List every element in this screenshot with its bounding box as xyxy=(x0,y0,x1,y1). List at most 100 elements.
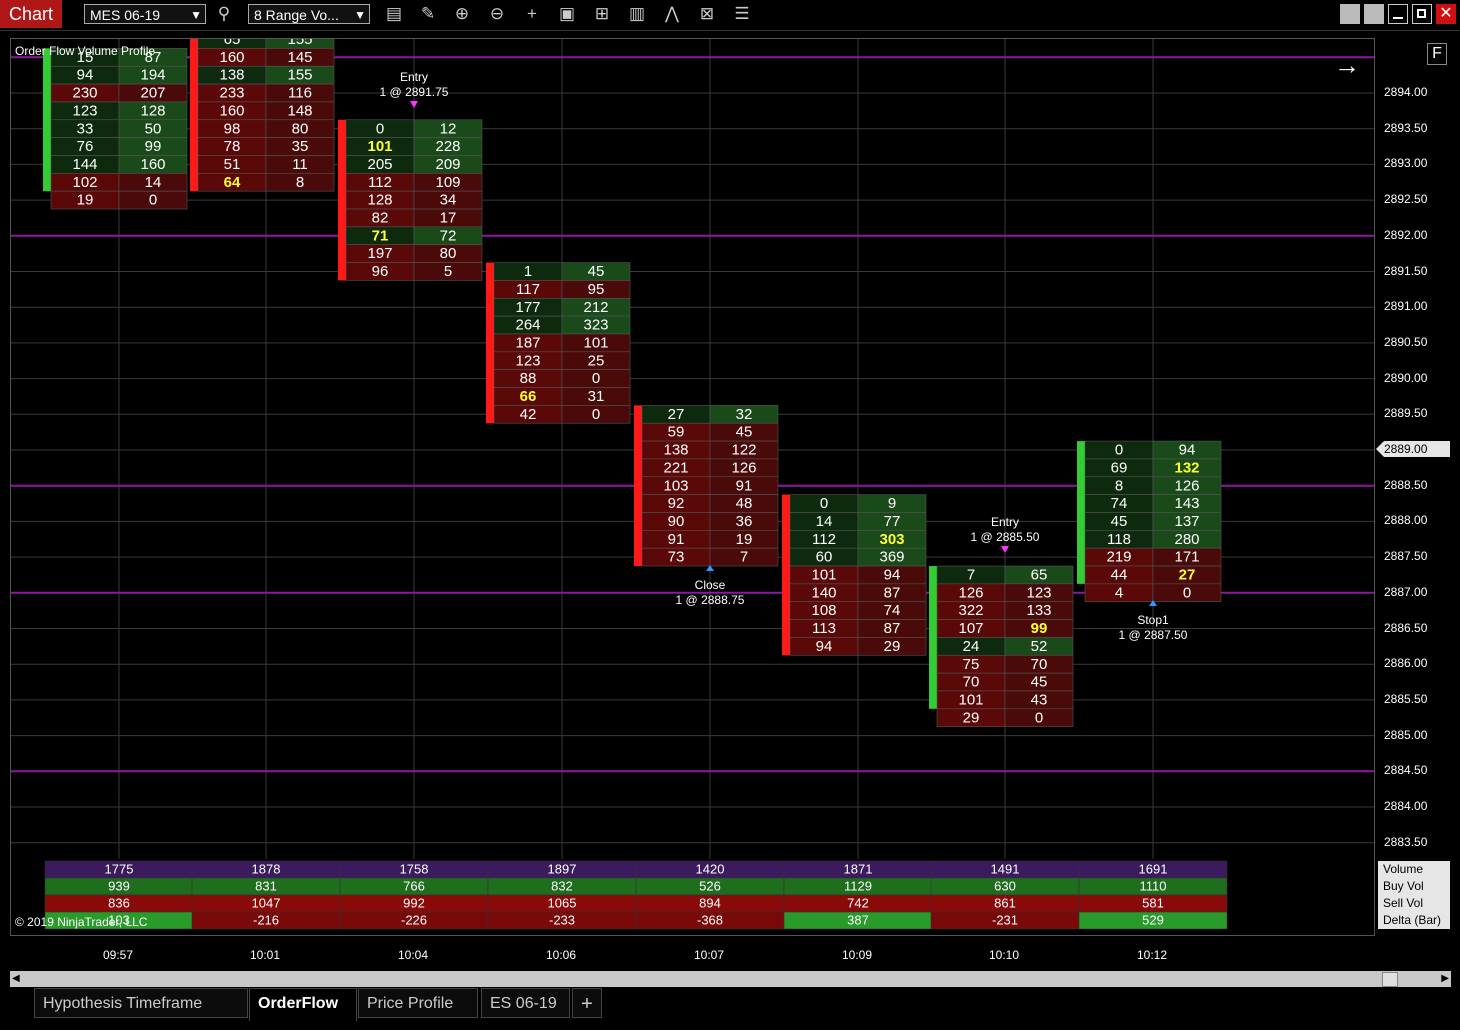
bid-volume: 197 xyxy=(367,245,392,262)
price-tick-label: 2893.00 xyxy=(1384,156,1428,171)
list-icon[interactable]: ☰ xyxy=(730,3,754,25)
current-price-marker: 2889.00 xyxy=(1376,441,1450,457)
bid-volume: 0 xyxy=(1115,442,1123,459)
bid-volume: 64 xyxy=(224,174,241,191)
time-tick-label: 09:57 xyxy=(102,948,134,962)
price-tick-label: 2889.50 xyxy=(1384,406,1428,421)
tab-price-profile[interactable]: Price Profile xyxy=(358,988,478,1018)
price-tick-label: 2888.50 xyxy=(1384,477,1428,492)
indicators-icon[interactable]: ⋀ xyxy=(660,3,684,25)
ask-volume: 95 xyxy=(588,281,605,298)
time-tick-label: 10:09 xyxy=(841,948,873,962)
zoom-in-icon[interactable]: ⊕ xyxy=(450,3,474,25)
time-tick-label: 10:10 xyxy=(988,948,1020,962)
bid-volume: 0 xyxy=(820,495,828,512)
search-icon[interactable]: ⚲ xyxy=(212,3,236,25)
draw-icon[interactable]: ✎ xyxy=(416,3,440,25)
tab-orderflow[interactable]: OrderFlow xyxy=(249,988,357,1021)
bid-volume: 233 xyxy=(219,85,244,102)
bid-volume: 108 xyxy=(811,602,836,619)
close-button[interactable]: ✕ xyxy=(1436,4,1456,24)
window-color-button[interactable] xyxy=(1340,4,1360,24)
bid-volume: 138 xyxy=(219,67,244,84)
ask-volume: 80 xyxy=(440,245,457,262)
strategies-icon[interactable]: ▥ xyxy=(625,3,649,25)
scroll-left-icon[interactable]: ◀ xyxy=(12,973,20,984)
chart-tabs: Hypothesis Timeframe OrderFlow Price Pro… xyxy=(0,988,1460,1022)
ask-volume: 87 xyxy=(884,620,901,637)
bid-volume: 0 xyxy=(376,120,384,137)
price-tick-label: 2891.50 xyxy=(1384,263,1428,278)
properties-icon[interactable]: ▣ xyxy=(555,3,579,25)
ask-volume: 65 xyxy=(1031,567,1048,584)
copyright-text: © 2019 NinjaTrader, LLC xyxy=(15,915,148,929)
bid-volume: 66 xyxy=(520,388,537,405)
instrument-selector[interactable]: MES 06-19 ▼ xyxy=(84,4,206,24)
bid-volume: 90 xyxy=(668,513,685,530)
trade-label: Entry xyxy=(400,70,428,84)
arrow-right-icon[interactable]: → xyxy=(1334,50,1360,81)
horizontal-scrollbar[interactable]: ◀ ▶ xyxy=(10,971,1451,987)
bid-volume: 75 xyxy=(963,656,980,673)
templates-icon[interactable]: ⊞ xyxy=(590,3,614,25)
bid-volume: 219 xyxy=(1106,549,1131,566)
ask-volume: 29 xyxy=(884,638,901,655)
maximize-button[interactable] xyxy=(1412,4,1432,24)
scroll-right-icon[interactable]: ▶ xyxy=(1441,973,1449,984)
ask-volume: 137 xyxy=(1174,513,1199,530)
ask-volume: 31 xyxy=(588,388,605,405)
ask-volume: 34 xyxy=(440,192,457,209)
tab-hypothesis-timeframe[interactable]: Hypothesis Timeframe xyxy=(34,988,248,1018)
performance-icon[interactable]: ⊠ xyxy=(695,3,719,25)
summary-row-label: Delta (Bar) xyxy=(1378,912,1450,929)
add-tab-button[interactable]: + xyxy=(572,988,602,1018)
bid-volume: 187 xyxy=(515,334,540,351)
bid-volume: 42 xyxy=(520,406,537,423)
indicator-label: Order Flow Volume Profile xyxy=(15,44,156,58)
price-tick-label: 2887.00 xyxy=(1384,584,1428,599)
bid-volume: 264 xyxy=(515,317,540,334)
chart-panel[interactable]: 15 87 94 194 230 207 123 128 33 50 76 99 144 160 102 14… xyxy=(10,38,1375,936)
bid-volume: 112 xyxy=(812,531,836,548)
ask-volume: 72 xyxy=(440,227,457,244)
ask-volume: 116 xyxy=(288,85,312,102)
bid-volume: 102 xyxy=(72,174,97,191)
bid-volume: 91 xyxy=(668,531,685,548)
ask-volume: 94 xyxy=(884,567,901,584)
time-axis[interactable]: 09:57 10:01 10:04 10:06 10:07 10:09 10:10 10:12 xyxy=(10,940,1375,970)
ask-volume: 101 xyxy=(583,334,608,351)
bid-volume: 51 xyxy=(224,156,241,173)
bid-volume: 73 xyxy=(668,549,685,566)
chevron-down-icon: ▼ xyxy=(354,8,366,22)
bid-volume: 33 xyxy=(77,120,94,137)
summary-value: 1110 xyxy=(1140,879,1167,894)
summary-value: 1758 xyxy=(400,862,429,877)
ask-volume: 94 xyxy=(1179,442,1196,459)
summary-row-label: Buy Vol xyxy=(1378,878,1450,895)
bid-volume: 177 xyxy=(515,299,540,316)
bar-type-selector[interactable]: 8 Range Vo... ▼ xyxy=(248,4,370,24)
summary-value: 1065 xyxy=(548,896,577,911)
window-theme-button[interactable] xyxy=(1364,4,1384,24)
price-axis[interactable]: 2894.00 2893.50 2893.00 2892.50 2892.00 2891.… xyxy=(1376,38,1456,936)
summary-value: 1047 xyxy=(252,896,281,911)
summary-value: 836 xyxy=(108,896,130,911)
zoom-out-icon[interactable]: ⊖ xyxy=(485,3,509,25)
data-box-icon[interactable]: ▤ xyxy=(382,3,406,25)
bid-volume: 65 xyxy=(224,39,241,48)
summary-row-label: Sell Vol xyxy=(1378,895,1450,912)
bar-type-label: 8 Range Vo... xyxy=(254,7,339,23)
summary-value: 1420 xyxy=(696,862,725,877)
bid-volume: 103 xyxy=(663,477,688,494)
bid-volume: 101 xyxy=(811,567,836,584)
crosshair-icon[interactable]: + xyxy=(520,3,544,25)
trade-detail: 1 @ 2891.75 xyxy=(380,85,449,99)
minimize-button[interactable] xyxy=(1388,4,1408,24)
price-tick-label: 2888.00 xyxy=(1384,513,1428,528)
ask-volume: 143 xyxy=(1174,495,1199,512)
footprint-chart: 15 8794 194230 207123 12833 5076 99144 160102 14… xyxy=(11,39,1374,930)
scroll-thumb[interactable] xyxy=(1382,972,1398,987)
tab-es-06-19[interactable]: ES 06-19 xyxy=(481,988,570,1018)
price-tick-label: 2891.00 xyxy=(1384,299,1428,314)
bid-volume: 112 xyxy=(368,174,392,191)
